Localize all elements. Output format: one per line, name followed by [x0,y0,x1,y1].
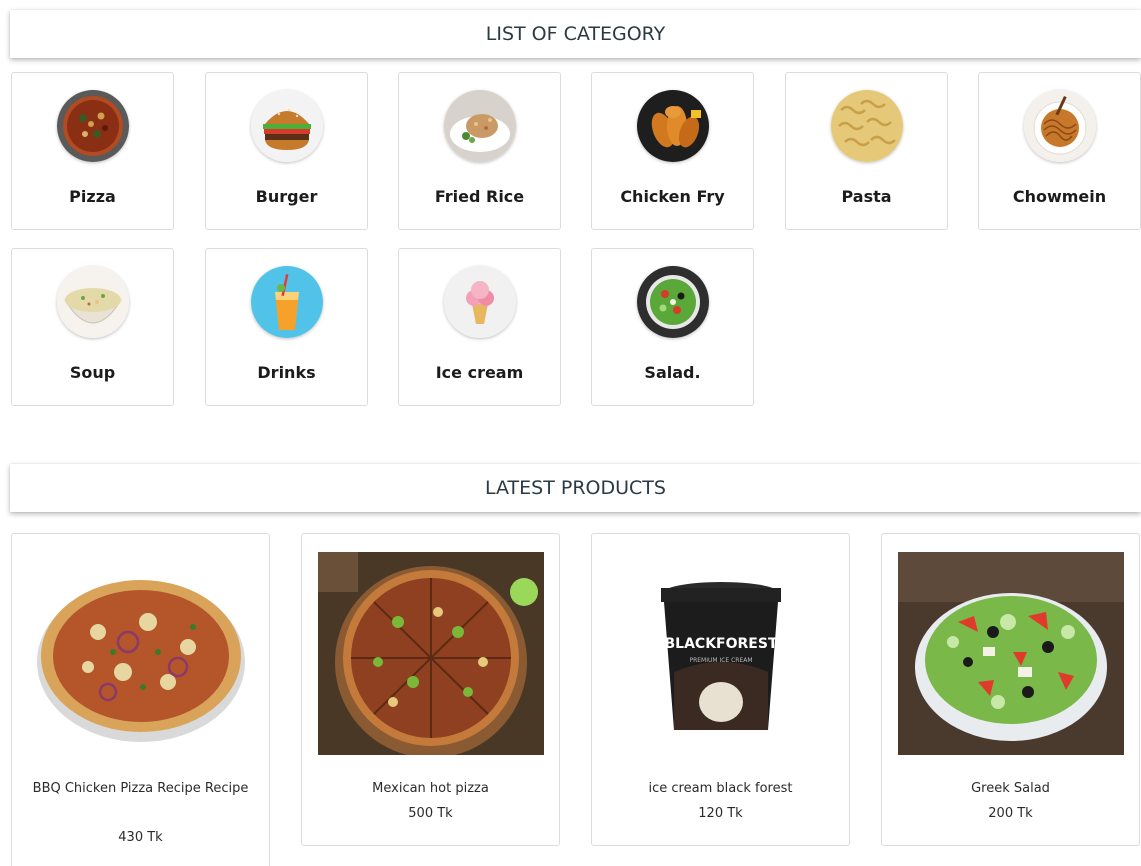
category-section-title: LIST OF CATEGORY [485,23,666,45]
category-label: Fried Rice [434,187,525,206]
soup-icon [56,266,129,338]
product-price: 120 Tk [698,806,743,821]
products-section-title: LATEST PRODUCTS [485,477,666,499]
product-name: Greek Salad [971,781,1050,796]
category-label: Salad. [644,363,701,382]
category-label: Pasta [841,187,892,206]
product-name: Mexican hot pizza [372,781,489,796]
fried-rice-icon [443,90,516,162]
product-image-greek-salad[interactable] [898,552,1124,755]
category-card-pasta[interactable]: Pasta [785,72,948,230]
category-label: Burger [255,187,318,206]
category-card-chicken-fry[interactable]: Chicken Fry [591,72,754,230]
product-card[interactable]: Greek Salad 200 Tk [881,533,1140,846]
burger-icon [250,90,323,162]
product-image-mexican-pizza[interactable] [318,552,544,755]
ice-cream-icon [443,266,516,338]
category-label: Drinks [257,363,316,382]
category-card-soup[interactable]: Soup [11,248,174,406]
category-card-chowmein[interactable]: Chowmein [978,72,1141,230]
product-price: 500 Tk [408,806,453,821]
category-section-header: LIST OF CATEGORY [10,10,1141,58]
category-label: Pizza [69,187,116,206]
category-label: Chicken Fry [620,187,725,206]
product-name: BBQ Chicken Pizza Recipe Recipe [32,781,249,796]
pasta-icon [830,90,903,162]
category-label: Chowmein [1012,187,1107,206]
product-name: ice cream black forest [648,781,793,796]
salad-icon [636,266,709,338]
product-image-ice-cream-black-forest[interactable]: BLACKFOREST PREMIUM ICE CREAM [608,552,834,755]
product-image-bbq-pizza[interactable] [28,552,254,755]
category-card-drinks[interactable]: Drinks [205,248,368,406]
products-section-header: LATEST PRODUCTS [10,464,1141,512]
product-card[interactable]: Mexican hot pizza 500 Tk [301,533,560,846]
category-card-pizza[interactable]: Pizza [11,72,174,230]
product-card[interactable]: BBQ Chicken Pizza Recipe Recipe 430 Tk [11,533,270,866]
product-price: 430 Tk [118,830,163,845]
ice-cream-subtext: PREMIUM ICE CREAM [689,657,752,664]
category-label: Soup [69,363,116,382]
category-card-burger[interactable]: Burger [205,72,368,230]
product-card[interactable]: BLACKFOREST PREMIUM ICE CREAM ice cream b… [591,533,850,846]
product-price: 200 Tk [988,806,1033,821]
category-card-salad[interactable]: Salad. [591,248,754,406]
drinks-icon [250,266,323,338]
chowmein-icon [1023,90,1096,162]
ice-cream-brand-text: BLACKFOREST [665,636,778,652]
pizza-icon [56,90,129,162]
chicken-fry-icon [636,90,709,162]
category-card-fried-rice[interactable]: Fried Rice [398,72,561,230]
category-card-ice-cream[interactable]: Ice cream [398,248,561,406]
category-label: Ice cream [435,363,524,382]
